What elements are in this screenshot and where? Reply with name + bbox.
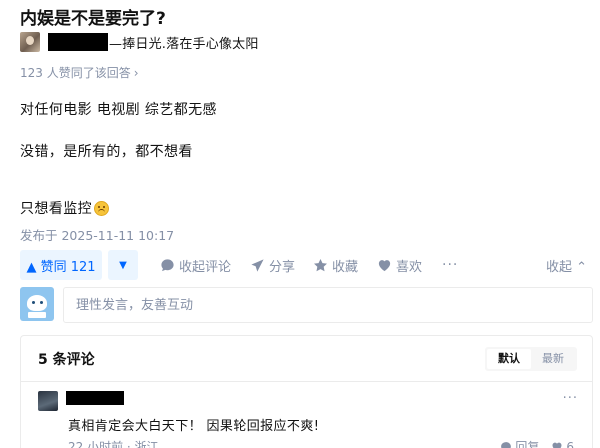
current-user-avatar[interactable] xyxy=(20,287,54,321)
favorite-button[interactable]: 收藏 xyxy=(313,250,358,280)
avatar-eye-shape xyxy=(32,301,35,304)
share-label: 分享 xyxy=(269,259,296,275)
author-name-redacted[interactable] xyxy=(48,33,108,51)
comment-count: 5 条评论 xyxy=(38,352,95,368)
author-headline: —捧日光.落在手心像太阳 xyxy=(109,36,259,52)
vote-summary-text: 123 人赞同了该回答 xyxy=(20,66,131,80)
commenter-name-redacted[interactable] xyxy=(66,391,124,405)
vote-summary-link[interactable]: 123 人赞同了该回答 › xyxy=(20,64,139,81)
comment-editor xyxy=(20,287,593,323)
comment-item: ··· 真相肯定会大白天下！ 因果轮回报应不爽! 22 小时前 · 浙江 回复 … xyxy=(21,382,592,448)
comment-like-count: 6 xyxy=(566,439,574,448)
comment-input[interactable] xyxy=(63,287,593,323)
reply-label: 回复 xyxy=(515,440,540,448)
share-button[interactable]: 分享 xyxy=(250,250,295,280)
answer-paragraph: 没错，是所有的，都不想看 xyxy=(20,144,193,160)
favorite-label: 收藏 xyxy=(332,259,359,275)
sort-default-tab[interactable]: 默认 xyxy=(487,349,531,369)
comment-actions: 回复 6 xyxy=(500,438,574,448)
publish-time[interactable]: 发布于 2025-11-11 10:17 xyxy=(20,225,174,244)
avatar-eye-shape xyxy=(40,301,43,304)
comment-sort-toggle: 默认 最新 xyxy=(485,347,577,371)
heart-icon xyxy=(552,442,562,448)
like-button[interactable]: 喜欢 xyxy=(377,250,422,280)
author-info: —捧日光.落在手心像太阳 xyxy=(20,31,259,53)
collapse-comments-button[interactable]: 收起评论 xyxy=(160,250,231,280)
answer-paragraph: 对任何电影 电视剧 综艺都无感 xyxy=(20,102,217,118)
collapse-comments-label: 收起评论 xyxy=(179,259,232,275)
comments-header: 5 条评论 默认 最新 xyxy=(21,336,592,382)
vote-down-button[interactable]: ▼ xyxy=(108,250,138,280)
commenter-avatar[interactable] xyxy=(38,391,58,411)
comment-reply-button[interactable]: 回复 xyxy=(500,438,539,448)
reply-icon xyxy=(501,441,512,448)
author-avatar[interactable] xyxy=(20,32,40,52)
action-bar: ▲ 赞同 121 ▼ 收起评论 分享 收藏 喜欢 ··· 收起 ⌃ xyxy=(0,250,600,280)
answer-paragraph-text: 只想看监控 xyxy=(20,201,92,217)
vote-up-button[interactable]: ▲ 赞同 121 xyxy=(20,250,102,280)
heart-icon xyxy=(378,259,391,271)
collapse-answer-button[interactable]: 收起 ⌃ xyxy=(546,250,587,280)
question-title[interactable]: 内娱是不是要完了? xyxy=(20,4,166,29)
comments-panel: 5 条评论 默认 最新 ··· 真相肯定会大白天下！ 因果轮回报应不爽! 22 … xyxy=(20,335,593,448)
sort-latest-tab[interactable]: 最新 xyxy=(531,349,575,369)
upside-down-face-icon xyxy=(94,200,109,216)
comment-bubble-icon xyxy=(161,258,174,271)
like-label: 喜欢 xyxy=(396,259,423,275)
comment-meta: 22 小时前 · 浙江 xyxy=(68,440,159,448)
avatar-tag-shape xyxy=(28,312,46,318)
star-icon xyxy=(314,258,327,271)
share-icon xyxy=(251,258,264,272)
comment-like-button[interactable]: 6 xyxy=(551,440,574,448)
more-options-icon[interactable]: ··· xyxy=(442,250,458,280)
comment-more-icon[interactable]: ··· xyxy=(563,391,578,406)
comment-text: 真相肯定会大白天下！ 因果轮回报应不爽! xyxy=(68,419,320,434)
avatar-face-shape xyxy=(27,295,47,311)
answer-paragraph: 只想看监控 xyxy=(20,198,109,218)
chevron-right-icon: › xyxy=(133,65,139,80)
